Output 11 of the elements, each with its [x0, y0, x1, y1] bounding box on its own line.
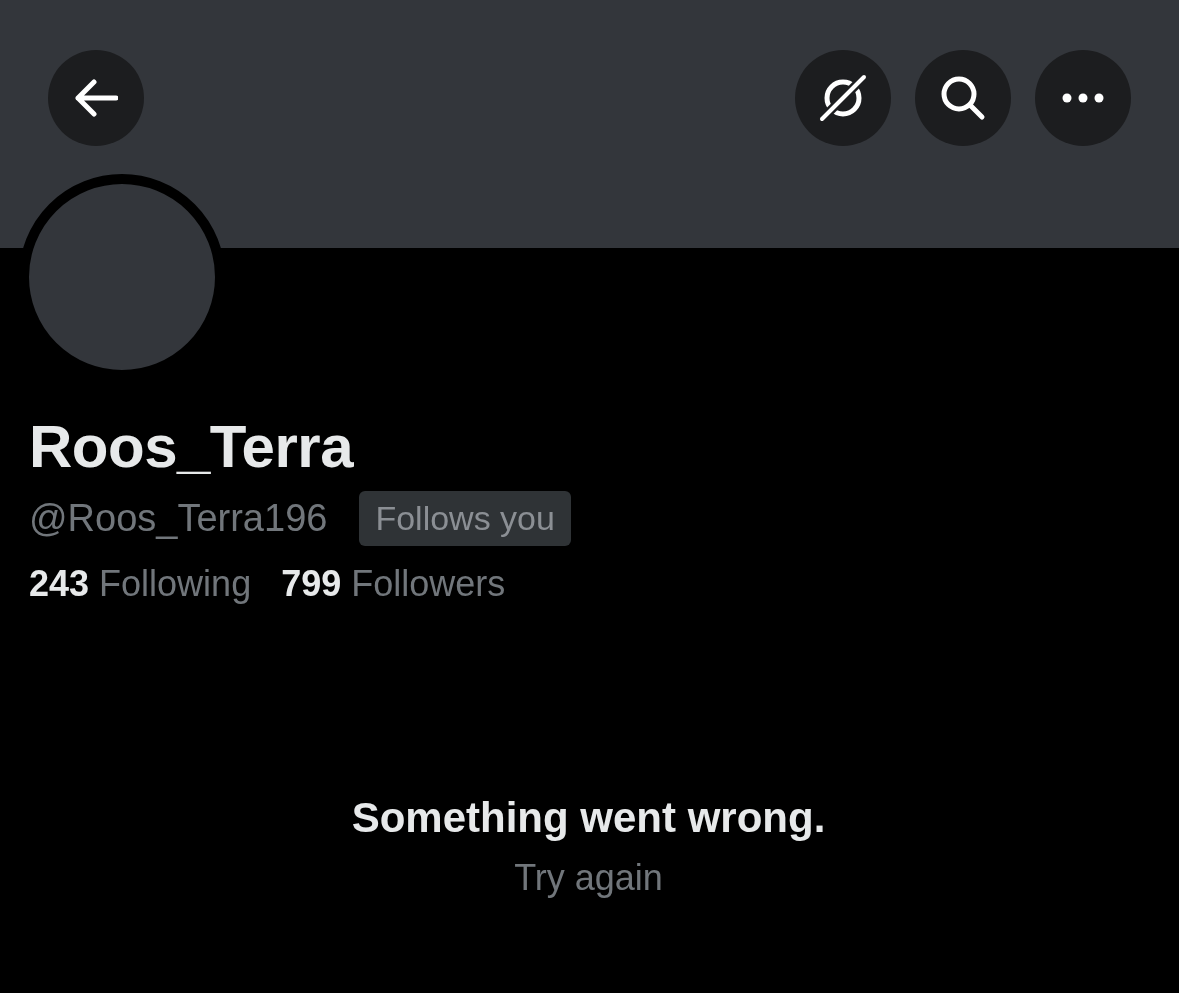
profile-name: Roos_Terra [29, 414, 355, 480]
try-again-link[interactable]: Try again [514, 851, 663, 905]
search-icon [940, 75, 986, 121]
stat-link[interactable]: 799 Followers [281, 557, 506, 611]
circle-slash-icon [817, 72, 869, 124]
profile-handle: @Roos_Terra196 [29, 496, 328, 541]
stat-link[interactable]: 243 Following [29, 557, 252, 611]
back-arrow-icon [74, 79, 118, 117]
more-icon [1062, 93, 1104, 103]
follows-you-label: Follows you [359, 491, 571, 546]
error-message: Something went wrong. [351, 793, 826, 843]
